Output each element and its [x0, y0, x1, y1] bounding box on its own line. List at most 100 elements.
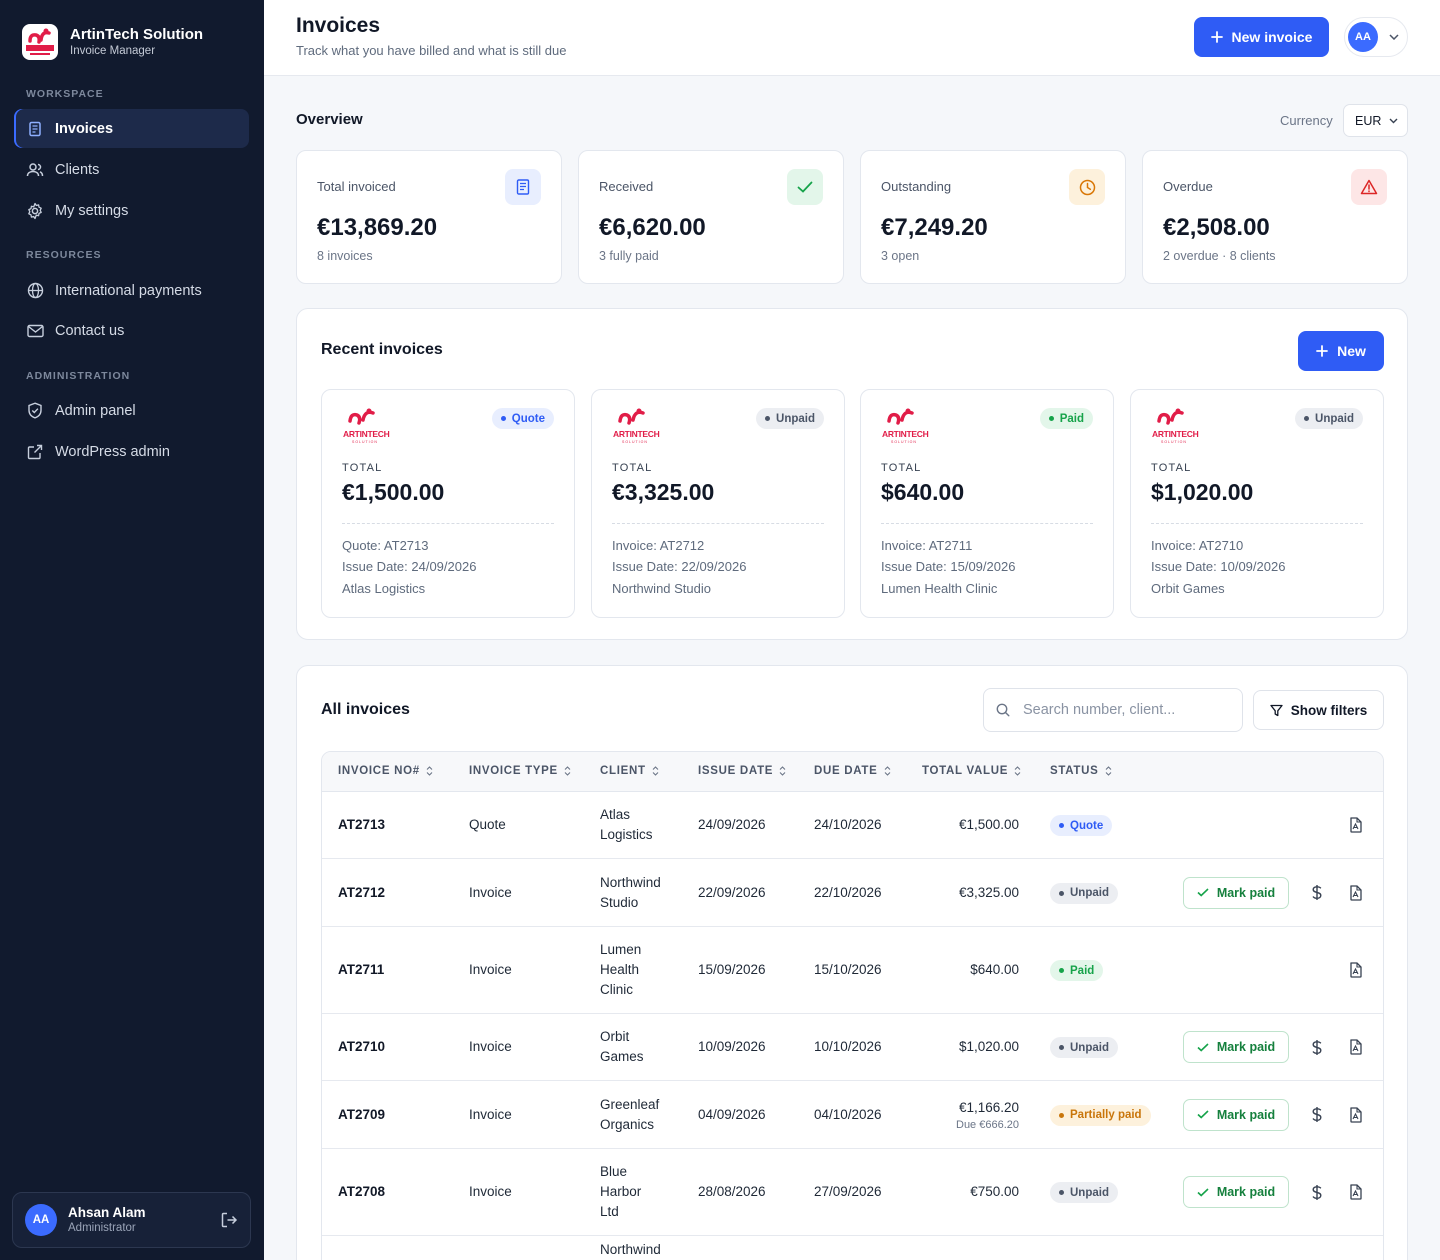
recent-invoice-card[interactable]: ARTINTECH SOLUTION Unpaid TOTAL €3,325.0…: [591, 389, 845, 618]
pdf-icon[interactable]: [1345, 1182, 1365, 1202]
sidebar-item-label: WordPress admin: [55, 443, 170, 460]
column-header-total-value[interactable]: TOTAL VALUE: [922, 765, 1021, 777]
currency-label: Currency: [1280, 113, 1333, 128]
table-row[interactable]: AT2709 Invoice Greenleaf Organics 04/09/…: [322, 1081, 1383, 1149]
currency-value: EUR: [1355, 113, 1382, 128]
total-value: $640.00: [881, 479, 965, 505]
search-icon: [996, 703, 1010, 717]
mark-paid-button[interactable]: Mark paid: [1183, 1176, 1289, 1208]
table-row[interactable]: AT2712 Invoice Northwind Studio 22/09/20…: [322, 859, 1383, 927]
search-placeholder: Search number, client...: [1023, 702, 1176, 718]
column-header-status[interactable]: STATUS: [1050, 765, 1112, 777]
issue-date: Issue Date: 22/09/2026: [612, 559, 747, 574]
cell-client: Lumen Health Clinic: [600, 942, 642, 997]
recent-invoice-card[interactable]: ARTINTECH SOLUTION Unpaid TOTAL $1,020.0…: [1130, 389, 1384, 618]
cell-status: Quote: [1050, 814, 1113, 836]
sidebar-item-invoices[interactable]: Invoices: [14, 109, 249, 148]
sidebar-item-label: Contact us: [55, 322, 125, 339]
cell-invoice-no: AT2713: [338, 817, 386, 832]
cell-due-date: 22/10/2026: [814, 884, 882, 900]
mark-paid-button[interactable]: Mark paid: [1183, 1098, 1289, 1131]
column-header-client[interactable]: CLIENT: [600, 765, 659, 777]
dollar-icon[interactable]: [1307, 1182, 1327, 1202]
dollar-icon[interactable]: [1307, 1037, 1327, 1057]
check-icon: [787, 169, 823, 205]
client-name: Lumen Health Clinic: [881, 581, 998, 596]
status-badge: Unpaid: [1050, 882, 1118, 904]
cell-issue-date: 22/09/2026: [698, 884, 766, 900]
brand-logo[interactable]: [22, 24, 58, 60]
mark-paid-button[interactable]: Mark paid: [1183, 1031, 1289, 1063]
pdf-icon[interactable]: [1345, 960, 1365, 980]
sort-icon: [426, 766, 433, 776]
sidebar-item-label: Admin panel: [55, 402, 136, 419]
avatar[interactable]: AA: [25, 1204, 57, 1236]
sidebar-item-admin-panel[interactable]: Admin panel: [14, 391, 249, 430]
alert-triangle-icon: [1351, 169, 1387, 205]
cell-invoice-type: Invoice: [469, 1106, 512, 1122]
stat-note: 3 fully paid: [599, 249, 659, 263]
new-button[interactable]: New: [1298, 331, 1384, 371]
table-row[interactable]: AT2711 Invoice Lumen Health Clinic 15/09…: [322, 927, 1383, 1014]
cell-invoice-type: Invoice: [469, 962, 512, 977]
users-icon: [26, 161, 44, 179]
column-header-issue-date[interactable]: ISSUE DATE: [698, 765, 786, 777]
page-title: Invoices: [296, 14, 381, 37]
divider: [881, 523, 1093, 524]
status-badge: Quote: [491, 408, 554, 429]
column-header-due-date[interactable]: DUE DATE: [814, 765, 891, 777]
stat-label: Total invoiced: [317, 179, 396, 194]
stat-card-received: Received €6,620.00 3 fully paid: [578, 150, 844, 284]
app-subtitle: Invoice Manager: [70, 45, 156, 57]
table-row[interactable]: AT2713 Quote Atlas Logistics 24/09/2026 …: [322, 792, 1383, 859]
mark-paid-button[interactable]: Mark paid: [1183, 876, 1289, 909]
cell-invoice-no: AT2708: [338, 1184, 386, 1199]
receipt-icon: [505, 169, 541, 205]
sidebar-item-contact-us[interactable]: Contact us: [14, 311, 249, 350]
column-header-invoice-no[interactable]: INVOICE NO#: [338, 765, 433, 777]
table-row[interactable]: AT2708 Invoice Blue Harbor Ltd 28/08/202…: [322, 1149, 1383, 1236]
cell-total-value: $1,020.00: [958, 1039, 1019, 1054]
dollar-icon[interactable]: [1307, 1105, 1327, 1125]
cell-client: Northwind Studio: [600, 874, 661, 910]
logout-icon[interactable]: [220, 1211, 238, 1229]
sidebar-item-wordpress-admin[interactable]: WordPress admin: [14, 432, 249, 471]
new-invoice-button[interactable]: New invoice: [1194, 17, 1329, 57]
logo-text: ARTINTECH: [613, 429, 660, 439]
pdf-icon[interactable]: [1345, 1037, 1365, 1057]
top-header: Invoices Track what you have billed and …: [264, 0, 1440, 76]
column-header-invoice-type[interactable]: INVOICE TYPE: [469, 765, 571, 777]
pdf-icon[interactable]: [1345, 883, 1365, 903]
stat-value: €2,508.00: [1163, 214, 1270, 241]
sidebar-item-label: Clients: [55, 161, 100, 178]
table-row[interactable]: Northwind: [322, 1236, 1383, 1260]
user-menu[interactable]: AA: [1344, 17, 1408, 57]
sidebar-item-settings[interactable]: My settings: [14, 191, 249, 230]
new-label: New: [1337, 343, 1366, 359]
table-header: INVOICE NO# INVOICE TYPE CLIENT ISSUE DA…: [322, 752, 1383, 792]
cell-invoice-no: AT2711: [338, 962, 385, 977]
all-invoices-panel: All invoices Search number, client... Sh…: [296, 665, 1408, 1260]
recent-invoice-card[interactable]: ARTINTECH SOLUTION Paid TOTAL $640.00 In…: [860, 389, 1114, 618]
sort-icon: [1014, 766, 1021, 776]
plus-icon: [1210, 31, 1223, 43]
sidebar-item-label: My settings: [55, 202, 129, 219]
gear-icon: [26, 202, 44, 220]
pdf-icon[interactable]: [1345, 815, 1365, 835]
stat-label: Received: [599, 179, 654, 194]
receipt-icon: [26, 120, 44, 138]
divider: [1151, 523, 1363, 524]
cell-due-date: 24/10/2026: [814, 817, 882, 832]
dollar-icon[interactable]: [1307, 883, 1327, 903]
cell-status: Unpaid: [1050, 882, 1118, 904]
search-input[interactable]: Search number, client...: [983, 688, 1243, 732]
table-row[interactable]: AT2710 Invoice Orbit Games 10/09/2026 10…: [322, 1014, 1383, 1081]
recent-invoice-card[interactable]: ARTINTECH SOLUTION Quote TOTAL €1,500.00…: [321, 389, 575, 618]
pdf-icon[interactable]: [1345, 1105, 1365, 1125]
currency-select[interactable]: EUR: [1343, 104, 1408, 137]
cell-total-value: €750.00: [970, 1184, 1019, 1199]
cell-status: Partially paid: [1050, 1104, 1151, 1126]
show-filters-button[interactable]: Show filters: [1253, 690, 1384, 730]
sidebar-item-international-payments[interactable]: International payments: [14, 271, 249, 310]
sidebar-item-clients[interactable]: Clients: [14, 150, 249, 189]
